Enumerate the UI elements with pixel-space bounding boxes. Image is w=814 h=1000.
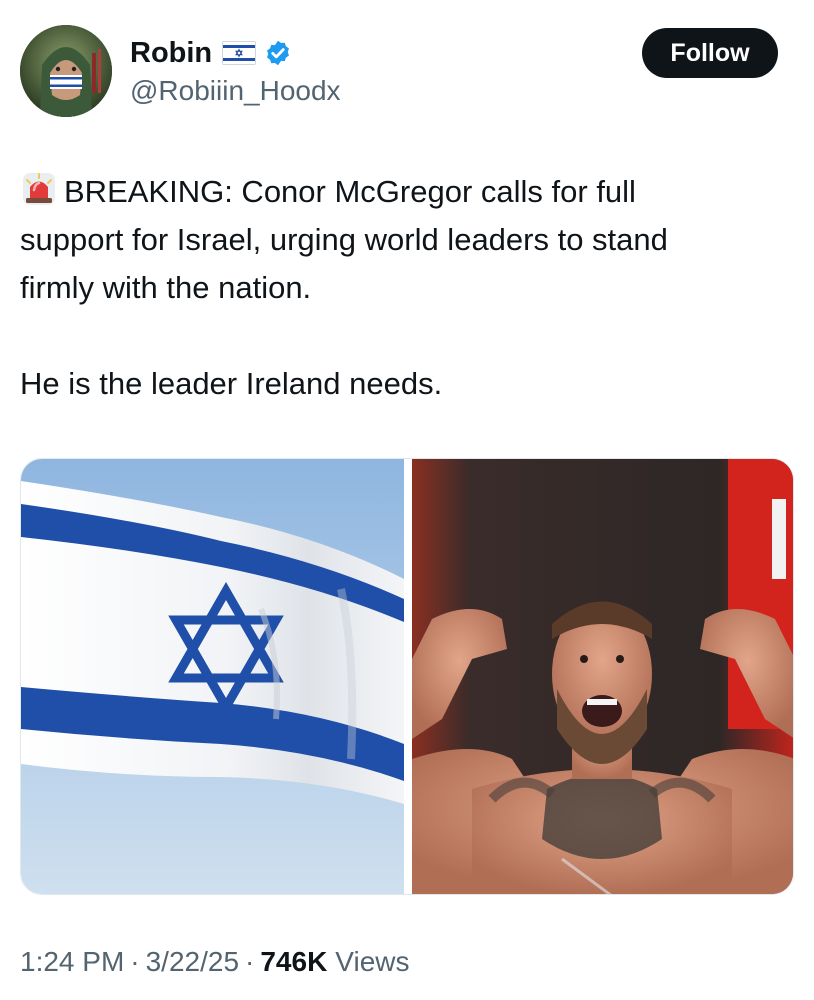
- fighter-flexing-image: [412, 459, 793, 894]
- tweet-line-2: support for Israel, urging world leaders…: [20, 222, 668, 257]
- name-row: Robin: [130, 33, 341, 73]
- tweet-line: BREAKING: Conor McGregor calls for full: [20, 168, 794, 216]
- follow-button[interactable]: Follow: [642, 28, 778, 78]
- author-names: Robin @Robiiin_Hoodx: [130, 33, 341, 107]
- police-siren-icon: [20, 170, 58, 208]
- avatar[interactable]: [20, 25, 112, 117]
- media-image-right[interactable]: [412, 459, 793, 894]
- tweet-meta: 1:24 PM · 3/22/25 · 746K Views: [20, 946, 409, 978]
- tweet-line-1: BREAKING: Conor McGregor calls for full: [64, 174, 636, 209]
- media-image-left[interactable]: [21, 459, 404, 894]
- tweet-date[interactable]: 3/22/25: [146, 946, 239, 978]
- views-label: Views: [335, 946, 410, 977]
- avatar-image: [20, 25, 112, 117]
- media-grid: [20, 458, 794, 895]
- tweet-header: Robin @Robiiin_Hoodx Follow: [20, 25, 794, 117]
- tweet-line-3: firmly with the nation.: [20, 270, 312, 305]
- israel-flag-image: [21, 459, 404, 894]
- tweet-text: BREAKING: Conor McGregor calls for full …: [20, 168, 794, 408]
- tweet-line-4: He is the leader Ireland needs.: [20, 366, 443, 401]
- display-name[interactable]: Robin: [130, 37, 212, 70]
- meta-separator: ·: [245, 946, 255, 977]
- verified-badge-icon[interactable]: [264, 39, 292, 67]
- views-count[interactable]: 746K: [260, 946, 327, 978]
- author-handle[interactable]: @Robiiin_Hoodx: [130, 75, 341, 107]
- meta-separator: ·: [130, 946, 140, 977]
- tweet-time[interactable]: 1:24 PM: [20, 946, 124, 978]
- israel-flag-icon: [222, 41, 257, 65]
